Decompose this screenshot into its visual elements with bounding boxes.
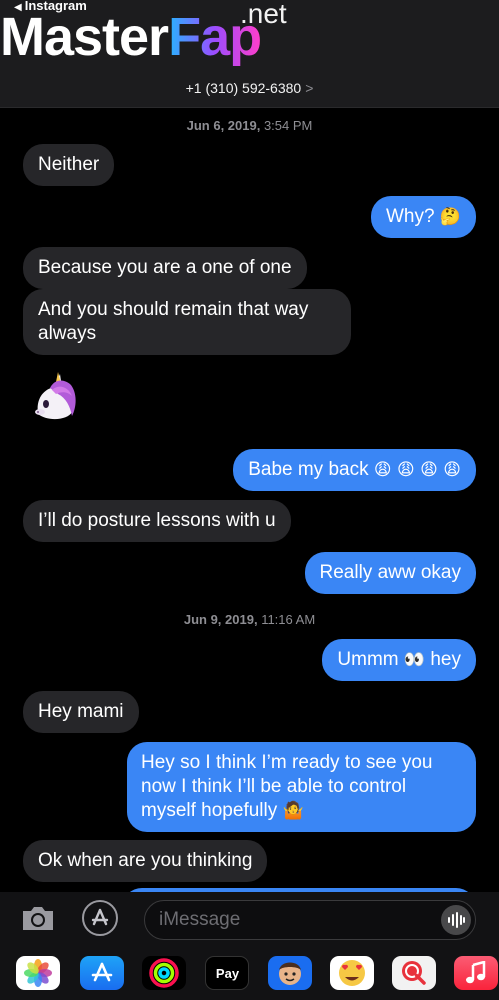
memoji-face-icon xyxy=(279,962,301,985)
message-text: Babe my back xyxy=(248,459,369,480)
incoming-message[interactable]: Ok when are you thinking xyxy=(23,840,268,882)
watermark-master-text: Master xyxy=(0,7,169,67)
incoming-message[interactable]: I’ll do posture lessons with u xyxy=(23,500,291,542)
app-store-icon[interactable] xyxy=(82,900,118,936)
globe-search-icon xyxy=(402,961,426,985)
timestamp-time: 3:54 PM xyxy=(263,118,313,133)
outgoing-message[interactable]: Hey so I think I’m ready to see you now … xyxy=(127,742,476,832)
weary-face-emojis: 😩 😩 😩 😩 xyxy=(373,460,461,480)
watermark-logo: MasterFap xyxy=(0,7,262,67)
message-text: Because you are a one of one xyxy=(38,257,292,278)
photos-app-icon[interactable] xyxy=(16,956,60,990)
message-text: hey xyxy=(430,649,461,670)
waveform-glyph-icon xyxy=(448,912,465,928)
web-search-app-icon[interactable] xyxy=(392,956,436,990)
outgoing-message[interactable]: Ummm 👀 hey xyxy=(322,639,476,681)
imessage-field[interactable] xyxy=(144,900,476,940)
pay-label: Pay xyxy=(215,965,240,981)
watermark-net-text: .net xyxy=(240,0,287,29)
heart-eyes-emoji-icon xyxy=(339,960,365,986)
message-text: Neither xyxy=(38,154,100,175)
animoji-app-icon[interactable] xyxy=(330,956,374,990)
music-app-icon[interactable] xyxy=(454,956,498,990)
activity-rings-icon xyxy=(149,958,179,988)
message-text: And you should remain that way always xyxy=(38,299,309,344)
message-text: Ok when are you thinking xyxy=(38,850,253,871)
memoji-app-icon[interactable] xyxy=(268,956,312,990)
eyes-emoji: 👀 xyxy=(403,650,426,670)
photos-flower-icon xyxy=(24,959,52,987)
apple-pay-app-icon[interactable]: Pay xyxy=(205,956,249,990)
outgoing-message[interactable]: Really aww okay xyxy=(304,552,476,594)
audio-waveform-icon[interactable] xyxy=(441,905,471,935)
timestamp-separator: Jun 6, 2019, 3:54 PM xyxy=(0,118,499,133)
unicorn-memoji-sticker[interactable] xyxy=(28,370,82,424)
message-text: Hey mami xyxy=(38,701,124,722)
activity-app-icon[interactable] xyxy=(142,956,186,990)
contact-phone-number[interactable]: +1 (310) 592-6380 > xyxy=(0,80,499,96)
incoming-message[interactable]: Neither xyxy=(23,144,115,186)
phone-number-text: +1 (310) 592-6380 xyxy=(185,80,302,96)
incoming-message[interactable]: Because you are a one of one xyxy=(23,247,307,289)
shrug-emoji: 🤷 xyxy=(282,801,304,821)
incoming-message[interactable]: And you should remain that way always xyxy=(23,289,351,355)
timestamp-time: 11:16 AM xyxy=(261,612,316,627)
app-store-app-icon[interactable] xyxy=(80,956,124,990)
message-text: Ummm xyxy=(337,649,399,670)
message-text: Why? xyxy=(385,206,435,227)
timestamp-date: Jun 9, 2019, xyxy=(183,612,258,627)
thinking-face-emoji: 🤔 xyxy=(439,207,461,227)
timestamp-date: Jun 6, 2019, xyxy=(186,118,261,133)
music-note-icon xyxy=(466,961,486,984)
message-text: Really aww okay xyxy=(319,562,462,583)
incoming-message[interactable]: Hey mami xyxy=(23,691,139,733)
timestamp-separator: Jun 9, 2019, 11:16 AM xyxy=(0,612,499,627)
outgoing-message[interactable]: Babe my back 😩 😩 😩 😩 xyxy=(233,449,476,491)
imessage-input[interactable] xyxy=(159,901,419,939)
app-store-glyph-icon xyxy=(91,908,109,926)
message-text: I’ll do posture lessons with u xyxy=(38,510,276,531)
app-drawer: Pay xyxy=(0,948,499,1000)
message-input-bar xyxy=(0,892,499,948)
outgoing-message[interactable]: Why? 🤔 xyxy=(370,196,476,238)
app-store-a-icon xyxy=(91,962,113,982)
camera-icon[interactable] xyxy=(20,904,56,932)
conversation-header: ◀ Instagram MasterFap .net +1 (310) 592-6… xyxy=(0,0,499,108)
chevron-right-icon: > xyxy=(305,80,314,96)
